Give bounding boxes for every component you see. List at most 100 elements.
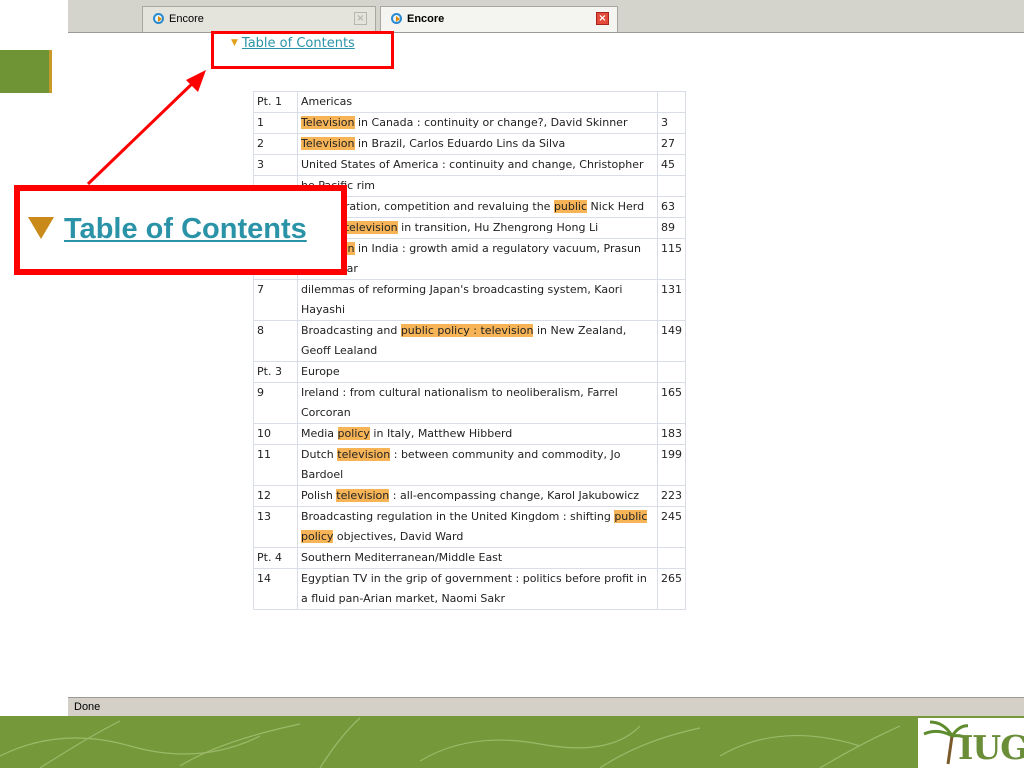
toc-page-cell: 3 <box>657 112 686 134</box>
title-text: Southern Mediterranean/Middle East <box>301 551 503 564</box>
search-term-highlight: television <box>336 489 390 502</box>
toc-chapter-row: 11 Dutch television : between community a… <box>253 444 686 486</box>
expand-triangle-icon <box>28 217 54 239</box>
title-text: Europe <box>301 365 340 378</box>
toc-title-cell: Media policy in Italy, Matthew Hibberd <box>297 423 658 445</box>
toc-chapter-row: 1 Television in Canada : continuity or ch… <box>253 112 686 134</box>
toc-title-cell: Broadcasting and public policy : televis… <box>297 320 658 362</box>
iug-logo: IUG <box>918 718 1024 768</box>
toc-title-cell: Europe <box>297 361 658 383</box>
toc-chapter-row: 10 Media policy in Italy, Matthew Hibberd… <box>253 423 686 445</box>
title-text: Broadcasting and <box>301 324 401 337</box>
title-text: in Brazil, Carlos Eduardo Lins da Silva <box>354 137 566 150</box>
tab-close-icon[interactable]: × <box>596 12 609 25</box>
toc-chapter-row: 12 Polish television : all-encompassing c… <box>253 485 686 507</box>
toc-page-cell: 115 <box>657 238 686 280</box>
toc-page-cell: 149 <box>657 320 686 362</box>
toc-title-cell: Southern Mediterranean/Middle East <box>297 547 658 569</box>
toc-title-cell: Broadcasting regulation in the United Ki… <box>297 506 658 548</box>
toc-page-cell: 131 <box>657 279 686 321</box>
toc-page-cell <box>657 361 686 383</box>
title-text: Broadcasting regulation in the United Ki… <box>301 510 615 523</box>
toc-page-cell: 245 <box>657 506 686 548</box>
toc-title-cell: Television in India : growth amid a regu… <box>297 238 658 280</box>
logo-text: IUG <box>958 728 1024 767</box>
toc-title-cell: concentration, competition and revaluing… <box>297 196 658 218</box>
toc-number-cell: Pt. 1 <box>253 91 298 113</box>
toc-page-cell: 223 <box>657 485 686 507</box>
browser-tab-inactive[interactable]: Encore × <box>142 6 376 32</box>
toc-title-cell: China's television in transition, Hu Zhe… <box>297 217 658 239</box>
tab-close-icon[interactable]: × <box>354 12 367 25</box>
toc-number-cell: Pt. 3 <box>253 361 298 383</box>
toc-page-cell: 63 <box>657 196 686 218</box>
status-bar: Done <box>68 697 1024 716</box>
toc-page-cell: 199 <box>657 444 686 486</box>
slide-green-square <box>0 50 52 93</box>
toc-title-cell: dilemmas of reforming Japan's broadcasti… <box>297 279 658 321</box>
search-term-highlight: public policy : television <box>400 324 534 337</box>
toc-chapter-row: 9 Ireland : from cultural nationalism to … <box>253 382 686 424</box>
toc-number-cell: 1 <box>253 112 298 134</box>
toc-number-cell: 11 <box>253 444 298 486</box>
title-text: Americas <box>301 95 353 108</box>
footer-leaf-pattern <box>0 717 901 768</box>
browser-tab-active[interactable]: Encore × <box>380 6 618 32</box>
toc-title-cell: he Pacific rim <box>297 175 658 197</box>
toc-title-cell: Egyptian TV in the grip of government : … <box>297 568 658 610</box>
tab-label: Encore <box>169 13 204 25</box>
status-text: Done <box>74 701 101 713</box>
toc-page-cell <box>657 91 686 113</box>
search-term-highlight: public <box>553 200 588 213</box>
toc-number-cell: 10 <box>253 423 298 445</box>
title-text: Dutch <box>301 448 338 461</box>
zoom-callout: Table of Contents <box>14 185 347 275</box>
title-text: dilemmas of reforming Japan's broadcasti… <box>301 283 623 316</box>
toc-part-row: Pt. 3 Europe <box>253 361 686 383</box>
toc-title-cell: Television in Brazil, Carlos Eduardo Lin… <box>297 133 658 155</box>
toc-page-cell: 183 <box>657 423 686 445</box>
toc-title-cell: Polish television : all-encompassing cha… <box>297 485 658 507</box>
title-text: United States of America : continuity an… <box>301 158 644 171</box>
encore-favicon-icon <box>153 13 164 24</box>
toc-title-cell: Ireland : from cultural nationalism to n… <box>297 382 658 424</box>
page-content: ▼ Table of Contents Pt. 1 Americas 1 Televis… <box>68 33 1024 697</box>
title-text: objectives, David Ward <box>333 530 464 543</box>
toc-page-cell: 27 <box>657 133 686 155</box>
search-term-highlight: Television <box>301 137 355 150</box>
toc-chapter-row: 3 United States of America : continuity a… <box>253 154 686 176</box>
toc-page-cell <box>657 175 686 197</box>
toc-chapter-row: 14 Egyptian TV in the grip of government … <box>253 568 686 610</box>
toc-number-cell: 9 <box>253 382 298 424</box>
encore-favicon-icon <box>391 13 402 24</box>
search-term-highlight: policy <box>337 427 370 440</box>
toc-chapter-row: 13 Broadcasting regulation in the United … <box>253 506 686 548</box>
search-term-highlight: television <box>344 221 398 234</box>
toc-number-cell: Pt. 4 <box>253 547 298 569</box>
title-text: Polish <box>301 489 337 502</box>
toc-number-cell: 3 <box>253 154 298 176</box>
toc-number-cell: 2 <box>253 133 298 155</box>
search-term-highlight: Television <box>301 116 355 129</box>
title-text: : all-encompassing change, Karol Jakubow… <box>389 489 640 502</box>
toc-title-cell: Dutch television : between community and… <box>297 444 658 486</box>
toc-page-cell: 265 <box>657 568 686 610</box>
slide-footer-band <box>0 716 1024 768</box>
title-text: in transition, Hu Zhengrong Hong Li <box>397 221 599 234</box>
toc-number-cell: 8 <box>253 320 298 362</box>
toc-title-cell: Television in Canada : continuity or cha… <box>297 112 658 134</box>
title-text: in Canada : continuity or change?, David… <box>354 116 628 129</box>
browser-tab-bar: Encore × Encore × <box>68 0 1024 33</box>
search-term-highlight: television <box>337 448 391 461</box>
toc-title-cell: Americas <box>297 91 658 113</box>
toc-page-cell: 89 <box>657 217 686 239</box>
toc-chapter-row: 2 Television in Brazil, Carlos Eduardo Li… <box>253 133 686 155</box>
title-text: Nick Herd <box>587 200 645 213</box>
toc-number-cell: 7 <box>253 279 298 321</box>
toc-table: Pt. 1 Americas 1 Television in Canada : con… <box>253 91 686 610</box>
title-text: in Italy, Matthew Hibberd <box>369 427 513 440</box>
tab-label: Encore <box>407 13 445 25</box>
title-text: Media <box>301 427 338 440</box>
toc-chapter-row: 8 Broadcasting and public policy : televi… <box>253 320 686 362</box>
toc-number-cell: 12 <box>253 485 298 507</box>
